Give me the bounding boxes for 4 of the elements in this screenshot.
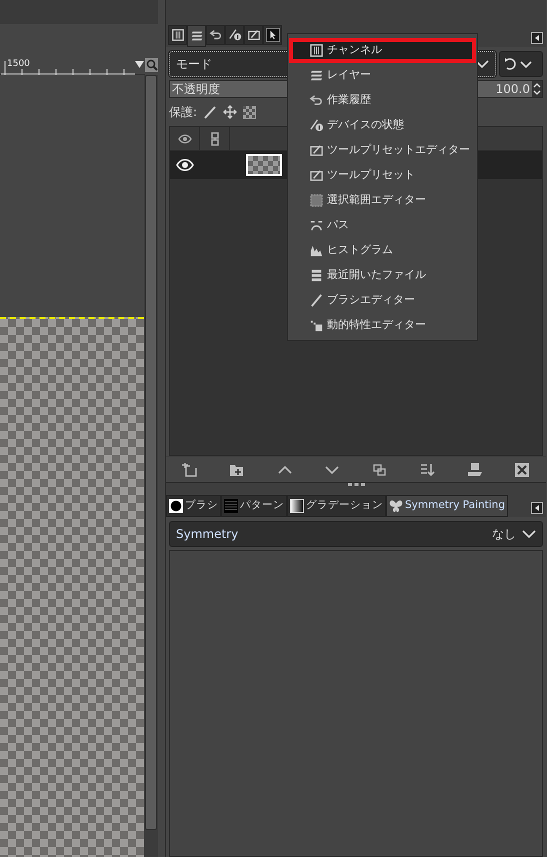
lock-label: 保護: — [169, 104, 198, 121]
slider-label: 不透明度 — [171, 81, 220, 98]
slider-value: 100.0 — [496, 81, 531, 98]
ruler-label: 1500 — [7, 58, 30, 71]
